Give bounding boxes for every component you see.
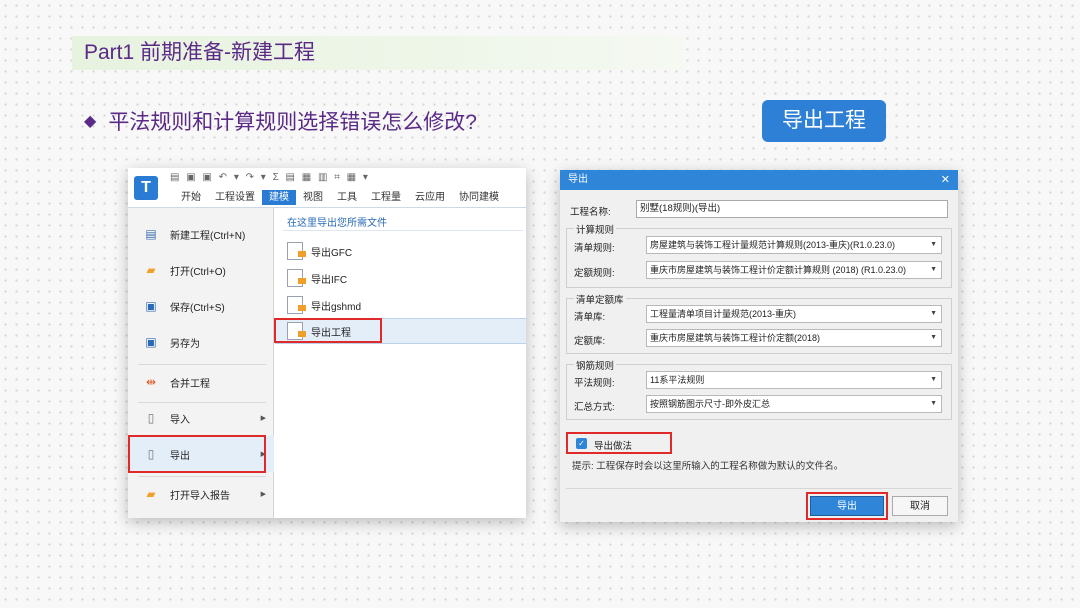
- highlight-export-button: [806, 492, 888, 520]
- tab-project-settings[interactable]: 工程设置: [208, 190, 262, 205]
- highlight-export-practice: [566, 432, 672, 454]
- tab-view[interactable]: 视图: [296, 190, 330, 205]
- submenu-divider: [283, 230, 523, 231]
- merge-icon: ⇹: [145, 375, 157, 389]
- list-library-label: 清单库:: [574, 312, 606, 323]
- slide: Part1 前期准备-新建工程 ◆ 平法规则和计算规则选择错误怎么修改? 导出工…: [0, 0, 1080, 608]
- export-dialog: 导出 ✕ 工程名称: 别墅(18规则)(导出) 计算规则 清单规则: 房屋建筑与…: [560, 170, 958, 522]
- import-icon: ▯: [147, 411, 155, 425]
- chevron-down-icon: ▼: [930, 310, 937, 317]
- tab-tools[interactable]: 工具: [330, 190, 364, 205]
- chevron-down-icon: ▼: [930, 376, 937, 383]
- menu-item-new-project[interactable]: ▤ 新建工程(Ctrl+N): [128, 216, 274, 252]
- menu-item-label: 新建工程(Ctrl+N): [170, 230, 246, 242]
- rebar-rules-legend: 钢筋规则: [574, 358, 617, 372]
- menu-item-open-import-report[interactable]: ▰ 打开导入报告 ▶: [128, 476, 274, 512]
- question-text: 平法规则和计算规则选择错误怎么修改?: [108, 111, 477, 134]
- export-file-icon: [287, 296, 306, 314]
- select-value: 房屋建筑与装饰工程计量规范计算规则(2013-重庆)(R1.0.23.0): [650, 240, 896, 250]
- select-value: 重庆市房屋建筑与装饰工程计价定额(2018): [650, 333, 821, 343]
- file-menu-screenshot: T ▤ ▣ ▣ ↶ ▾ ↷ ▾ Σ ▤ ▦ ▥ ⌗ ▦ ▾ 开始 工程设置 建模…: [128, 168, 526, 518]
- submenu-item-label: 导出GFC: [311, 247, 353, 259]
- menu-item-label: 另存为: [170, 338, 200, 350]
- dialog-cancel-button[interactable]: 取消: [892, 496, 948, 516]
- project-name-label: 工程名称:: [570, 207, 611, 218]
- menu-item-merge[interactable]: ⇹ 合并工程: [128, 364, 274, 400]
- chevron-down-icon: ▼: [930, 334, 937, 341]
- highlight-export-project: [274, 318, 382, 343]
- quota-library-label: 定额库:: [574, 336, 606, 347]
- select-value: 11系平法规则: [650, 375, 705, 385]
- submenu-item-export-ifc[interactable]: 导出IFC: [275, 265, 526, 291]
- highlight-export-menu: [128, 435, 266, 473]
- menu-item-label: 保存(Ctrl+S): [170, 302, 225, 314]
- question-bullet: ◆ 平法规则和计算规则选择错误怎么修改?: [84, 106, 477, 136]
- flat-rule-label: 平法规则:: [574, 378, 615, 389]
- select-value: 工程量清单项目计量规范(2013-重庆): [650, 309, 797, 319]
- summary-method-label: 汇总方式:: [574, 402, 615, 413]
- select-value: 重庆市房屋建筑与装饰工程计价定额计算规则 (2018) (R1.0.23.0): [650, 265, 907, 275]
- chevron-down-icon: ▼: [930, 400, 937, 407]
- ribbon-tabs: 开始 工程设置 建模 视图 工具 工程量 云应用 协同建模: [174, 190, 506, 205]
- project-name-input[interactable]: 别墅(18规则)(导出): [636, 200, 948, 218]
- slide-title: Part1 前期准备-新建工程: [72, 36, 684, 70]
- dialog-title: 导出: [560, 170, 958, 190]
- app-logo-icon[interactable]: T: [134, 176, 158, 200]
- export-file-icon: [287, 269, 306, 287]
- submenu-item-label: 导出IFC: [311, 274, 348, 286]
- report-folder-icon: ▰: [146, 487, 156, 501]
- submenu-arrow-icon: ▶: [260, 491, 266, 498]
- flat-rule-select[interactable]: 11系平法规则 ▼: [646, 371, 942, 389]
- tab-modeling[interactable]: 建模: [262, 190, 296, 205]
- list-library-select[interactable]: 工程量清单项目计量规范(2013-重庆) ▼: [646, 305, 942, 323]
- new-file-icon: ▤: [145, 227, 157, 241]
- close-icon[interactable]: ✕: [941, 170, 950, 190]
- export-submenu: 在这里导出您所需文件 导出GFC 导出IFC 导出gshmd 导出工程: [275, 208, 526, 518]
- export-file-icon: [287, 242, 306, 260]
- diamond-bullet-icon: ◆: [84, 113, 97, 130]
- menu-item-label: 打开导入报告: [170, 490, 230, 502]
- select-value: 按照钢筋图示尺寸-即外皮汇总: [650, 399, 770, 409]
- menu-item-label: 合并工程: [170, 378, 210, 390]
- menu-item-save[interactable]: ▣ 保存(Ctrl+S): [128, 288, 274, 324]
- submenu-header: 在这里导出您所需文件: [287, 218, 387, 229]
- submenu-item-label: 导出gshmd: [311, 301, 362, 313]
- quota-rule-label: 定额规则:: [574, 268, 615, 279]
- summary-method-select[interactable]: 按照钢筋图示尺寸-即外皮汇总 ▼: [646, 395, 942, 413]
- quick-access-toolbar[interactable]: ▤ ▣ ▣ ↶ ▾ ↷ ▾ Σ ▤ ▦ ▥ ⌗ ▦ ▾: [170, 172, 370, 183]
- submenu-arrow-icon: ▶: [260, 415, 266, 422]
- save-as-icon: ▣: [145, 335, 157, 349]
- list-rule-label: 清单规则:: [574, 243, 615, 254]
- chevron-down-icon: ▼: [930, 266, 937, 273]
- dialog-hint: 提示: 工程保存时会以这里所输入的工程名称做为默认的文件名。: [572, 461, 844, 472]
- menu-item-import[interactable]: ▯ 导入 ▶: [128, 400, 274, 436]
- libraries-legend: 清单定额库: [574, 292, 626, 306]
- menu-item-label: 打开(Ctrl+O): [170, 266, 226, 278]
- save-icon: ▣: [145, 299, 157, 313]
- quota-library-select[interactable]: 重庆市房屋建筑与装饰工程计价定额(2018) ▼: [646, 329, 942, 347]
- folder-open-icon: ▰: [146, 263, 156, 277]
- quota-rule-select[interactable]: 重庆市房屋建筑与装饰工程计价定额计算规则 (2018) (R1.0.23.0) …: [646, 261, 942, 279]
- calc-rules-legend: 计算规则: [574, 222, 617, 236]
- menu-item-save-as[interactable]: ▣ 另存为: [128, 324, 274, 360]
- tab-start[interactable]: 开始: [174, 190, 208, 205]
- tab-quantities[interactable]: 工程量: [364, 190, 408, 205]
- chevron-down-icon: ▼: [930, 241, 937, 248]
- submenu-item-export-gfc[interactable]: 导出GFC: [275, 238, 526, 264]
- submenu-item-export-gshmd[interactable]: 导出gshmd: [275, 292, 526, 318]
- export-project-button[interactable]: 导出工程: [762, 100, 886, 142]
- tab-cloud[interactable]: 云应用: [408, 190, 452, 205]
- app-toolbar: T ▤ ▣ ▣ ↶ ▾ ↷ ▾ Σ ▤ ▦ ▥ ⌗ ▦ ▾ 开始 工程设置 建模…: [128, 168, 526, 208]
- menu-item-open[interactable]: ▰ 打开(Ctrl+O): [128, 252, 274, 288]
- list-rule-select[interactable]: 房屋建筑与装饰工程计量规范计算规则(2013-重庆)(R1.0.23.0) ▼: [646, 236, 942, 254]
- tab-collab[interactable]: 协同建模: [452, 190, 506, 205]
- dialog-divider: [566, 488, 952, 489]
- menu-item-label: 导入: [170, 414, 190, 426]
